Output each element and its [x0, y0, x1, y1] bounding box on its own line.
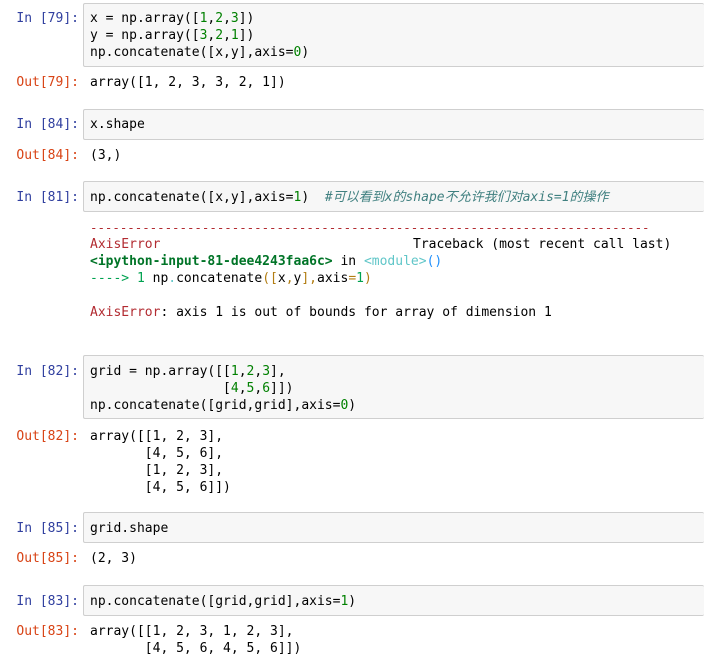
code-text: x = np.array([ [90, 11, 200, 26]
number-literal: 3 [230, 11, 239, 26]
number-literal: 4 [230, 381, 239, 396]
error-name: AxisError [90, 305, 161, 320]
in-prompt-84: In [84]: [16, 117, 79, 132]
number-literal: 2 [215, 28, 224, 43]
code-text: np.concatenate([grid,grid],axis= [90, 398, 341, 413]
traceback-line: ----> 1 np.concatenate([x,y],axis=1) [90, 270, 372, 287]
in-prompt-85: In [85]: [16, 521, 79, 536]
code-text: [ [90, 381, 231, 396]
code-text: , [309, 271, 317, 286]
code-text: ) [301, 190, 310, 205]
code-text: np.concatenate([x,y],axis= [90, 45, 294, 60]
code-text: = [348, 271, 357, 286]
code-text: x [277, 271, 286, 286]
code-text: y = np.array([ [90, 28, 200, 43]
code-text: concatenate [176, 271, 263, 286]
code-text: ) [348, 398, 357, 413]
error-text: : axis 1 is out of bounds for array of d… [160, 305, 552, 320]
code-text: np.concatenate([grid,grid],axis= [90, 594, 341, 609]
code-text: , [285, 271, 294, 286]
code-text: ]) [238, 11, 255, 26]
in-prompt-81: In [81]: [16, 190, 79, 205]
code-text: , [223, 28, 231, 43]
code-text: [ [270, 271, 278, 286]
in-prompt-79: In [79]: [16, 11, 79, 26]
number-literal: 1 [230, 28, 239, 43]
output-83: array([[1, 2, 3, 1, 2, 3], [4, 5, 6, 4, … [90, 624, 302, 656]
code-text: , [238, 381, 247, 396]
code-input-82[interactable]: grid = np.array([[1,2,3], [4,5,6]]) np.c… [90, 363, 356, 414]
out-prompt-82: Out[82]: [16, 429, 79, 444]
code-text: grid = np.array([[ [90, 364, 231, 379]
code-text: ) [301, 45, 310, 60]
error-name: AxisError [90, 237, 161, 252]
out-prompt-83: Out[83]: [16, 624, 79, 639]
output-84: (3,) [90, 148, 122, 163]
call-parens: () [426, 254, 443, 269]
code-input-84[interactable]: x.shape [90, 116, 145, 133]
code-text: , [238, 364, 247, 379]
in-word: in [332, 254, 364, 269]
traceback-header: Traceback (most recent call last) [413, 237, 672, 252]
code-text: ) [348, 594, 357, 609]
code-input-81[interactable]: np.concatenate([x,y],axis=1) #可以看到x的shap… [90, 189, 609, 206]
code-text: axis [317, 271, 349, 286]
code-text: . [168, 271, 177, 286]
number-literal: 1 [230, 364, 239, 379]
out-prompt-84: Out[84]: [16, 148, 79, 163]
code-input-79[interactable]: x = np.array([1,2,3]) y = np.array([3,2,… [90, 10, 309, 61]
in-prompt-82: In [82]: [16, 364, 79, 379]
code-comment: #可以看到x的shape不允许我们对axis=1的操作 [324, 190, 609, 205]
code-text: ], [270, 364, 286, 379]
traceback-rule: ----------------------------------------… [90, 220, 650, 235]
output-82: array([[1, 2, 3], [4, 5, 6], [1, 2, 3], … [90, 429, 231, 495]
in-prompt-83: In [83]: [16, 594, 79, 609]
code-text: ) [363, 271, 372, 286]
code-cell-85[interactable] [83, 512, 704, 543]
output-79: array([1, 2, 3, 3, 2, 1]) [90, 75, 286, 90]
code-input-85[interactable]: grid.shape [90, 520, 168, 537]
code-text: 1 [356, 271, 364, 286]
input-reference: <ipython-input-81-dee4243faa6c> [90, 254, 333, 269]
code-text: ]) [238, 28, 255, 43]
error-message: AxisError: axis 1 is out of bounds for a… [90, 304, 552, 321]
number-literal: 2 [215, 11, 224, 26]
code-text: ( [262, 271, 271, 286]
code-cell-84[interactable] [83, 109, 704, 140]
code-text: ]]) [270, 381, 294, 396]
code-text: , [223, 11, 231, 26]
output-85: (2, 3) [90, 551, 137, 566]
traceback-location: <ipython-input-81-dee4243faa6c> in <modu… [90, 253, 442, 270]
code-text: np.concatenate([x,y],axis= [90, 190, 294, 205]
code-input-83[interactable]: np.concatenate([grid,grid],axis=1) [90, 593, 356, 610]
error-arrow: ----> 1 [90, 271, 145, 286]
out-prompt-79: Out[79]: [16, 75, 79, 90]
module-name: <module> [363, 254, 427, 269]
code-text: np [144, 271, 169, 286]
out-prompt-85: Out[85]: [16, 551, 79, 566]
number-literal: 3 [262, 364, 271, 379]
code-text: ] [301, 271, 310, 286]
number-literal: 6 [262, 381, 271, 396]
